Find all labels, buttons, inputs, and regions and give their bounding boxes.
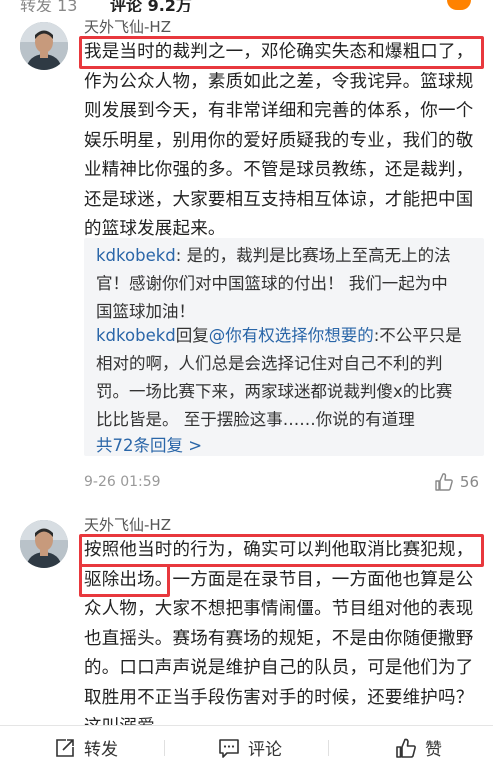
repost-icon bbox=[56, 738, 74, 757]
comment-icon bbox=[219, 738, 239, 758]
comment-highlight-line: 按照他当时的行为，确实可以判他取消比赛犯规， bbox=[84, 540, 474, 560]
tab-repost[interactable]: 转发 13 bbox=[20, 0, 77, 12]
avatar[interactable] bbox=[20, 520, 68, 568]
repost-button[interactable]: 转发 bbox=[54, 726, 118, 769]
reply-2[interactable]: kdkobekd回复@你有权选择你想要的:不公平只是 相对的啊，人们总是会选择记… bbox=[96, 322, 462, 434]
bottom-action-bar: 转发 评论 赞 bbox=[0, 725, 493, 769]
comment-highlight-phrase: 驱除出场。 bbox=[84, 569, 173, 590]
comment-text: 按照他当时的行为，确实可以判他取消比赛犯规， 驱除出场。一方面是在录节目，一方面… bbox=[84, 536, 484, 743]
tab-comments[interactable]: 评论 9.2万 bbox=[110, 0, 192, 12]
thumbs-up-icon bbox=[435, 473, 453, 491]
reply-mention[interactable]: @你有权选择你想要的 bbox=[209, 326, 374, 345]
top-tab-bar: 转发 13 评论 9.2万 bbox=[0, 0, 493, 12]
divider bbox=[328, 740, 329, 756]
like-button[interactable]: 赞 bbox=[395, 726, 442, 769]
thumbs-up-icon bbox=[396, 738, 416, 758]
like-count: 56 bbox=[459, 473, 479, 491]
badge-icon bbox=[447, 0, 471, 10]
avatar[interactable] bbox=[20, 22, 68, 70]
reply-username[interactable]: kdkobekd bbox=[96, 326, 176, 345]
comment-author[interactable]: 天外飞仙-HZ bbox=[84, 514, 171, 535]
divider bbox=[164, 740, 165, 756]
comment-text: 我是当时的裁判之一，邓伦确实失态和爆粗口了， 作为公众人物，素质如此之差，令我诧… bbox=[84, 38, 484, 245]
comment-time: 9-26 01:59 bbox=[84, 474, 161, 490]
comment-highlight-line: 我是当时的裁判之一，邓伦确实失态和爆粗口了， bbox=[84, 42, 474, 62]
reply-1[interactable]: kdkobekd: 是的，裁判是比赛场上至高无上的法 官！感谢你们对中国篮球的付… bbox=[96, 242, 451, 326]
more-replies-link[interactable]: 共72条回复 > bbox=[96, 432, 202, 460]
reply-thread: kdkobekd: 是的，裁判是比赛场上至高无上的法 官！感谢你们对中国篮球的付… bbox=[84, 238, 484, 456]
comment-like-button[interactable]: 56 bbox=[434, 472, 479, 492]
comment-author[interactable]: 天外飞仙-HZ bbox=[84, 16, 171, 37]
comment-button[interactable]: 评论 bbox=[218, 726, 282, 769]
reply-username[interactable]: kdkobekd bbox=[96, 246, 176, 265]
